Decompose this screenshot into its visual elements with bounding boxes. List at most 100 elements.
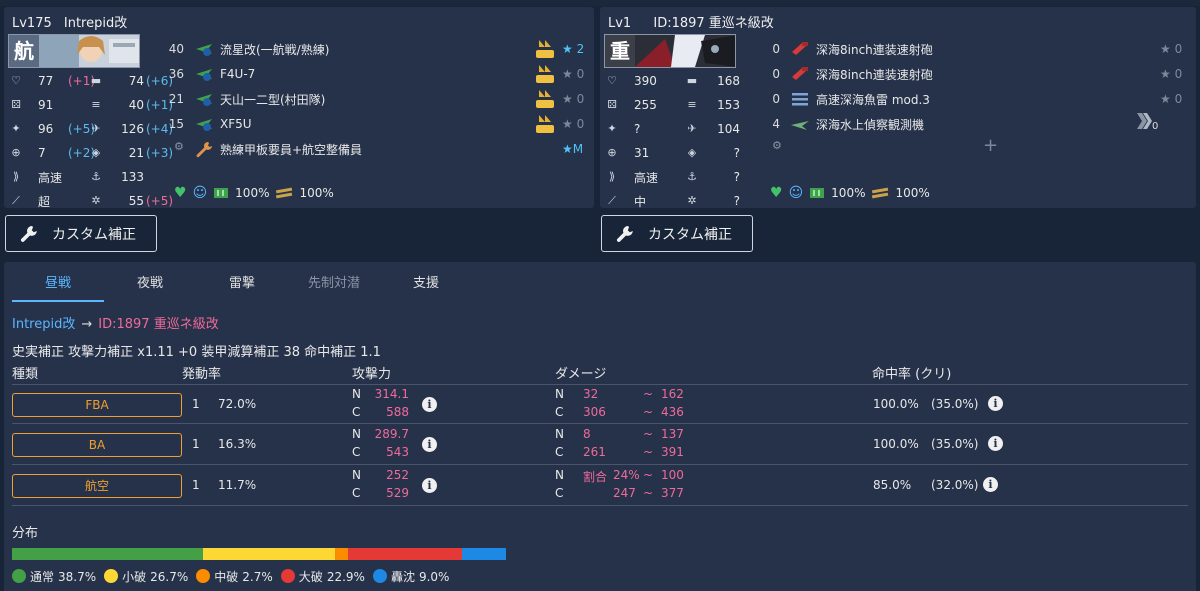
legend-dot-icon — [196, 569, 211, 583]
proficiency-icon[interactable] — [536, 64, 554, 83]
equipment-slot[interactable]: 21 天山一二型(村田隊) — [164, 88, 326, 110]
normal-damage-max: 137 — [661, 427, 684, 441]
header-type: 種類 — [12, 367, 39, 382]
improvement-star[interactable]: ★ 2 — [562, 42, 584, 56]
equipment-name[interactable]: 深海水上偵察観測機 — [816, 116, 924, 133]
legend-label: 小破 — [122, 570, 147, 584]
info-icon[interactable]: i — [988, 396, 1003, 411]
equipment-slot[interactable]: 0 深海8inch連装速射砲 — [760, 38, 933, 60]
tab-day-battle[interactable]: 昼戦 — [12, 270, 104, 302]
proficiency-icon[interactable] — [1135, 111, 1153, 129]
tab-night-battle[interactable]: 夜戦 — [104, 270, 196, 302]
slot-count: 40 — [168, 42, 184, 56]
ship-banner[interactable]: 重 — [604, 34, 736, 68]
condition-row: ♥ ☺ 100% 100% — [174, 185, 334, 201]
stat-luck: ⚄ 255 — [604, 95, 662, 115]
equipment-name[interactable]: 天山一二型(村田隊) — [220, 91, 325, 108]
critical-damage-max: 377 — [661, 486, 684, 500]
equipment-slot[interactable]: 熟練甲板要員+航空整備員 — [164, 138, 362, 160]
stat-value: 40 — [128, 98, 144, 112]
equipment-name[interactable]: F4U-7 — [220, 67, 255, 81]
stat-aa: ✈ 104 — [684, 119, 740, 139]
heart-icon: ♥ — [174, 185, 187, 201]
crit-label: N — [555, 427, 564, 441]
custom-correction-button-attacker[interactable]: カスタム補正 — [5, 215, 157, 252]
distribution-legend: 通常 38.7% 小破 26.7% 中破 2.7% 大破 22.9% 轟沈 9.0% — [12, 568, 449, 585]
equipment-slot[interactable]: 4 深海水上偵察観測機 — [760, 113, 924, 135]
equipment-name[interactable]: XF5U — [220, 117, 252, 131]
distribution-segment — [461, 548, 506, 560]
tab-support[interactable]: 支援 — [380, 270, 472, 302]
equipment-slot[interactable]: 0 高速深海魚雷 mod.3 — [760, 88, 930, 110]
improvement-star[interactable]: ★ 0 — [562, 92, 584, 106]
stat-value: 77 — [38, 74, 54, 88]
stat-speed: ⟫ 高速 — [604, 167, 662, 187]
asw-icon: ⚓ — [687, 170, 697, 183]
asw-icon: ⚓ — [91, 170, 101, 183]
ship-type-kanji: 航 — [9, 35, 39, 67]
distribution-segment — [335, 548, 349, 560]
torpedo-icon — [790, 90, 810, 108]
main-gun-icon — [790, 65, 810, 83]
info-icon[interactable]: i — [422, 478, 437, 493]
aircraft-icon — [194, 40, 214, 58]
proficiency-icon[interactable] — [536, 89, 554, 108]
ship-name[interactable]: ID:1897 重巡ネ級改 — [653, 16, 773, 31]
improvement-star[interactable]: ★M — [562, 142, 583, 156]
crit-label: N — [555, 387, 564, 401]
accuracy-icon: ⊕ — [11, 146, 21, 159]
ship-type-kanji: 重 — [605, 35, 635, 67]
stat-value: 153 — [717, 98, 740, 112]
range-tilde: ~ — [643, 445, 654, 459]
info-icon[interactable]: i — [983, 477, 998, 492]
improvement-star[interactable]: ★ 0 — [1160, 92, 1182, 106]
crit-rate: (35.0%) — [931, 397, 979, 411]
improvement-star[interactable]: ★ 0 — [1160, 42, 1182, 56]
proficiency-icon[interactable] — [536, 39, 554, 58]
ammo-value: 100% — [299, 186, 334, 200]
equipment-name[interactable]: 流星改(一航戦/熟練) — [220, 41, 329, 58]
ship-banner[interactable]: 航 — [8, 34, 140, 68]
stat-asw: ⚓ 133 — [88, 167, 144, 187]
equipment-name[interactable]: 高速深海魚雷 mod.3 — [816, 91, 930, 108]
info-icon[interactable]: i — [988, 436, 1003, 451]
stat-accuracy: ⊕ 7 (+2) — [8, 143, 95, 163]
distribution-segment — [348, 548, 462, 560]
equipment-slot[interactable]: 15 XF5U — [164, 113, 252, 135]
stat-value: 91 — [38, 98, 54, 112]
tab-opening-asw[interactable]: 先制対潜 — [288, 270, 380, 302]
attacker-name: Intrepid改 — [12, 317, 76, 332]
normal-damage-min: 8 — [583, 427, 591, 441]
info-icon[interactable]: i — [422, 437, 437, 452]
equipment-name[interactable]: 深海8inch連装速射砲 — [816, 66, 933, 83]
legend-item: 小破 26.7% — [104, 568, 188, 585]
stat-value: 中 — [634, 194, 647, 209]
stat-value: ? — [733, 170, 740, 184]
equipment-slot[interactable]: 36 F4U-7 — [164, 63, 255, 85]
legend-item: 通常 38.7% — [12, 568, 96, 585]
custom-correction-label: カスタム補正 — [648, 226, 732, 243]
crit-label: C — [555, 405, 564, 419]
tab-torpedo[interactable]: 雷撃 — [196, 270, 288, 302]
improvement-star[interactable]: ★ 0 — [562, 67, 584, 81]
improvement-star[interactable]: ★ 0 — [562, 117, 584, 131]
custom-correction-button-defender[interactable]: カスタム補正 — [601, 215, 753, 252]
wrench-icon: ⚙ — [772, 139, 782, 152]
info-icon[interactable]: i — [422, 397, 437, 412]
header-rate: 発動率 — [182, 367, 222, 382]
add-equipment-icon[interactable]: + — [983, 135, 998, 156]
stat-value: ? — [733, 194, 740, 208]
equipment-name[interactable]: 深海8inch連装速射砲 — [816, 41, 933, 58]
stat-range: ⟋ 超 — [8, 191, 66, 211]
normal-power: 252 — [386, 468, 409, 482]
equipment-slot[interactable]: 40 流星改(一航戦/熟練) — [164, 38, 330, 60]
equipment-slot[interactable]: 0 深海8inch連装速射砲 — [760, 63, 933, 85]
improvement-star[interactable]: ★ 0 — [1160, 67, 1182, 81]
proficiency-icon[interactable] — [536, 114, 554, 133]
stat-armor: ▬ 74 (+6) — [88, 71, 173, 91]
evasion-icon: ◈ — [91, 146, 101, 159]
ship-name[interactable]: Intrepid改 — [64, 16, 127, 31]
stat-value: 126 — [121, 122, 144, 136]
ship-level: Lv175 — [12, 16, 52, 31]
equipment-name[interactable]: 熟練甲板要員+航空整備員 — [220, 141, 362, 158]
